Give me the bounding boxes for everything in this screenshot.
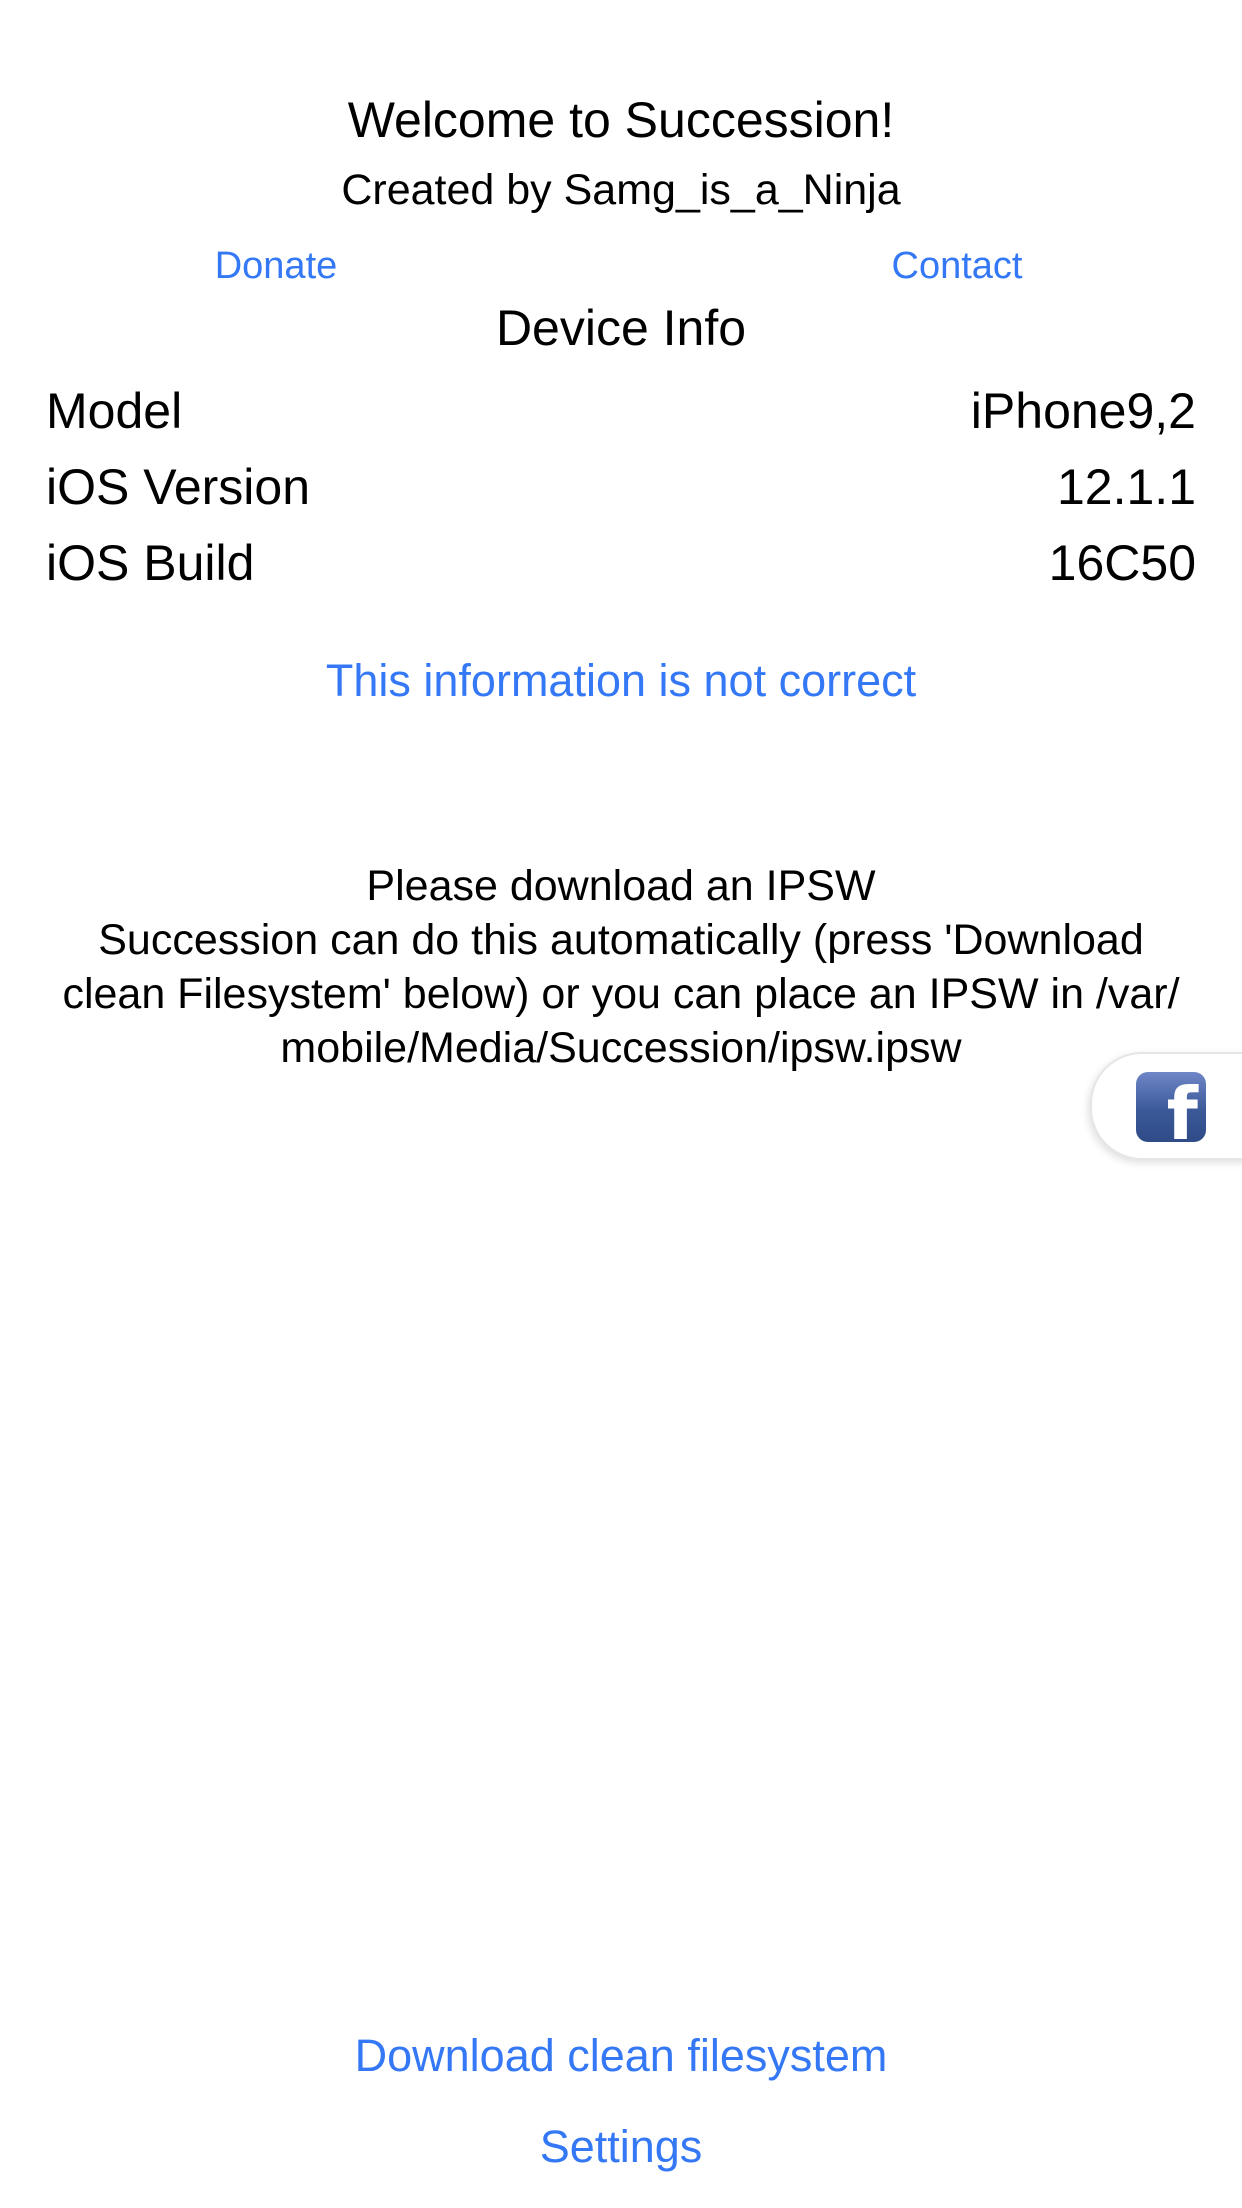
info-not-correct-button[interactable]: This information is not correct [0,650,1242,712]
app-title: Welcome to Succession! [347,92,895,148]
facebook-icon: f [1136,1072,1206,1142]
download-clean-filesystem-button[interactable]: Download clean filesystem [0,2025,1242,2087]
notice-line: Please download an IPSW [366,862,876,910]
notice-line: mobile/Media/Succession/ipsw.ipsw [280,1024,962,1072]
notice-line: clean Filesystem' below) or you can plac… [62,970,1180,1018]
facebook-glyph: f [1166,1072,1198,1142]
info-row-ios-build: iOS Build 16C50 [46,528,1196,598]
info-row-ios-version: iOS Version 12.1.1 [46,452,1196,522]
info-label-model: Model [46,383,183,439]
info-value-model: iPhone9,2 [970,383,1196,439]
header-links: Donate Contact [0,238,1242,294]
author-credit: Created by Samg_is_a_Ninja [341,166,901,214]
facebook-share-tab[interactable]: f [1090,1052,1242,1160]
info-value-ios-build: 16C50 [1048,535,1196,591]
info-label-ios-version: iOS Version [46,459,311,515]
info-value-ios-version: 12.1.1 [1056,459,1196,515]
settings-button[interactable]: Settings [0,2116,1242,2178]
donate-button[interactable]: Donate [126,238,426,294]
contact-button[interactable]: Contact [807,238,1107,294]
notice-line: Succession can do this automatically (pr… [98,916,1144,964]
info-row-model: Model iPhone9,2 [46,376,1196,446]
device-info-heading: Device Info [495,300,747,356]
info-label-ios-build: iOS Build [46,535,255,591]
